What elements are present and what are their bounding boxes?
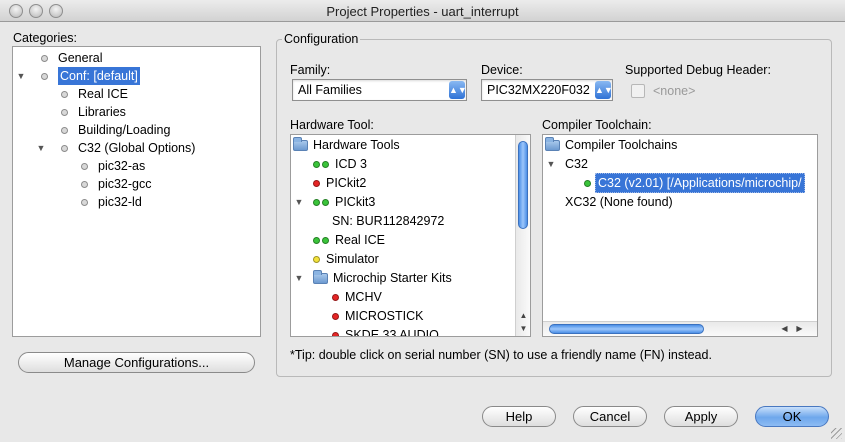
status-yellow-icon [313, 255, 320, 263]
status-green-icon [313, 160, 320, 168]
tree-item-mchv[interactable]: MCHV [332, 288, 382, 306]
expand-triangle-icon[interactable]: ▼ [546, 159, 556, 169]
tree-item-pickit2[interactable]: PICkit2 [313, 174, 366, 192]
node-dot-icon [61, 144, 68, 152]
debug-header-label: Supported Debug Header: [625, 63, 771, 77]
device-select[interactable]: PIC32MX220F032 ▲▼ [481, 79, 613, 101]
tree-item-pic32-as[interactable]: pic32-as [81, 157, 145, 175]
status-green-icon [322, 160, 329, 168]
window-title: Project Properties - uart_interrupt [326, 4, 519, 19]
hardware-tool-vertical-scrollbar[interactable]: ▲ ▼ [515, 135, 530, 336]
status-green-icon [322, 198, 329, 206]
tree-item-conf-default[interactable]: Conf: [default] [41, 67, 140, 85]
expand-triangle-icon[interactable]: ▼ [294, 197, 304, 207]
scroll-up-arrow-icon[interactable]: ▲ [516, 310, 530, 322]
tree-item-c32-v201[interactable]: C32 (v2.01) [/Applications/microchip/ [584, 173, 805, 193]
compiler-toolchain-tree[interactable]: Compiler Toolchains ▼ C32 C32 (v2.01) [/… [542, 134, 818, 337]
tree-item-pickit3[interactable]: PICkit3 [313, 193, 375, 211]
apply-button[interactable]: Apply [664, 406, 738, 427]
help-button[interactable]: Help [482, 406, 556, 427]
tree-item-pic32-ld[interactable]: pic32-ld [81, 193, 142, 211]
expand-triangle-icon[interactable]: ▼ [294, 273, 304, 283]
family-label: Family: [290, 63, 331, 77]
folder-icon [545, 136, 560, 151]
node-dot-icon [41, 54, 48, 62]
node-dot-icon [41, 72, 48, 80]
tree-item-libraries[interactable]: Libraries [61, 103, 126, 121]
folder-icon [313, 269, 328, 284]
tree-item-serial-number[interactable]: SN: BUR112842972 [332, 212, 444, 230]
node-dot-icon [61, 126, 68, 134]
expand-triangle-icon[interactable]: ▼ [16, 71, 26, 81]
status-red-icon [332, 293, 339, 301]
cancel-button[interactable]: Cancel [573, 406, 647, 427]
tree-item-c32[interactable]: C32 [565, 155, 588, 173]
node-dot-icon [81, 162, 88, 170]
tree-item-xc32[interactable]: XC32 (None found) [565, 193, 673, 211]
chevron-updown-icon[interactable]: ▲▼ [449, 81, 466, 99]
configuration-group-label: Configuration [282, 32, 361, 46]
node-dot-icon [81, 180, 88, 188]
tree-item-real-ice-tool[interactable]: Real ICE [313, 231, 385, 249]
categories-tree[interactable]: General ▼ Conf: [default] Real ICE Libra… [12, 46, 261, 337]
node-dot-icon [61, 90, 68, 98]
scroll-right-arrow-icon[interactable]: ▶ [792, 323, 807, 335]
tree-item-hardware-tools[interactable]: Hardware Tools [293, 136, 400, 154]
folder-icon [293, 136, 308, 151]
compiler-toolchain-label: Compiler Toolchain: [542, 118, 652, 132]
hardware-tool-tree[interactable]: Hardware Tools ICD 3 PICkit2 ▼ PICkit3 S… [290, 134, 531, 337]
tree-item-compiler-toolchains[interactable]: Compiler Toolchains [545, 136, 677, 154]
status-red-icon [332, 331, 339, 336]
scrollbar-thumb[interactable] [549, 324, 704, 334]
status-red-icon [332, 312, 339, 320]
chevron-updown-icon[interactable]: ▲▼ [595, 81, 612, 99]
tree-item-simulator[interactable]: Simulator [313, 250, 379, 268]
tree-item-building-loading[interactable]: Building/Loading [61, 121, 170, 139]
tree-item-real-ice[interactable]: Real ICE [61, 85, 128, 103]
tip-text: *Tip: double click on serial number (SN)… [290, 348, 712, 362]
compiler-toolchain-horizontal-scrollbar[interactable]: ◀ ▶ [543, 321, 817, 336]
status-green-icon [584, 179, 591, 187]
tree-item-c32-global-options[interactable]: C32 (Global Options) [61, 139, 195, 157]
tree-item-general[interactable]: General [41, 49, 102, 67]
family-select[interactable]: All Families ▲▼ [292, 79, 467, 101]
node-dot-icon [81, 198, 88, 206]
node-dot-icon [61, 108, 68, 116]
tree-item-icd3[interactable]: ICD 3 [313, 155, 367, 173]
tree-item-skde-33-audio[interactable]: SKDE 33 AUDIO [332, 326, 439, 336]
hardware-tool-label: Hardware Tool: [290, 118, 374, 132]
categories-label: Categories: [13, 31, 77, 45]
manage-configurations-button[interactable]: Manage Configurations... [18, 352, 255, 373]
device-label: Device: [481, 63, 523, 77]
scroll-left-arrow-icon[interactable]: ◀ [777, 323, 792, 335]
tree-item-microstick[interactable]: MICROSTICK [332, 307, 423, 325]
status-green-icon [313, 198, 320, 206]
resize-grip-icon[interactable] [831, 428, 842, 439]
debug-header-value: <none> [653, 84, 696, 98]
tree-item-pic32-gcc[interactable]: pic32-gcc [81, 175, 152, 193]
debug-header-checkbox[interactable] [631, 84, 645, 98]
status-green-icon [322, 236, 329, 244]
scrollbar-thumb[interactable] [518, 141, 528, 229]
ok-button[interactable]: OK [755, 406, 829, 427]
status-green-icon [313, 236, 320, 244]
tree-item-starter-kits[interactable]: Microchip Starter Kits [313, 269, 452, 287]
status-red-icon [313, 179, 320, 187]
scroll-down-arrow-icon[interactable]: ▼ [516, 323, 530, 335]
title-bar: Project Properties - uart_interrupt [0, 0, 845, 22]
expand-triangle-icon[interactable]: ▼ [36, 143, 46, 153]
